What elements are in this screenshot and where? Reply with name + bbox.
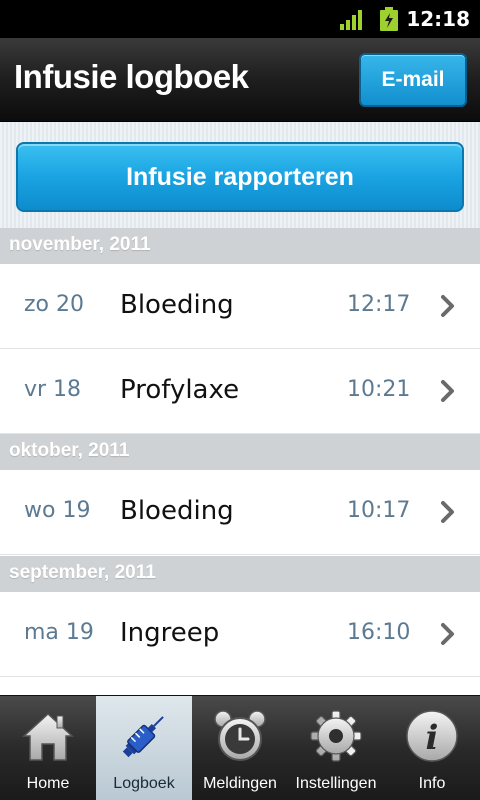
info-icon: i [406, 710, 458, 762]
entry-type: Ingreep [120, 618, 220, 648]
tab-info[interactable]: i Info [384, 696, 480, 800]
entry-date: vr 18 [24, 377, 82, 402]
log-entry-row[interactable]: wo 19 Bloeding 10:17 [0, 470, 480, 555]
entry-type: Profylaxe [120, 375, 240, 405]
log-entry-row[interactable]: ma 19 Ingreep 16:10 [0, 592, 480, 677]
log-entry-row[interactable]: vr 18 Profylaxe 10:21 [0, 349, 480, 434]
report-infusion-button[interactable]: Infusie rapporteren [16, 142, 464, 212]
tab-meldingen[interactable]: Meldingen [192, 696, 288, 800]
month-label: september, 2011 [9, 562, 156, 583]
tab-home[interactable]: Home [0, 696, 96, 800]
page-title: Infusie logboek [14, 58, 249, 95]
tab-label: Instellingen [295, 775, 377, 792]
chevron-right-icon [441, 501, 454, 523]
tab-instellingen[interactable]: Instellingen [288, 696, 384, 800]
tab-label: Info [418, 775, 446, 792]
signal-icon [340, 10, 362, 30]
log-entry-row[interactable]: zo 20 Bloeding 12:17 [0, 264, 480, 349]
svg-text:i: i [426, 718, 439, 758]
email-button[interactable]: E-mail [359, 53, 467, 107]
entry-time: 10:21 [347, 377, 411, 402]
report-area: Infusie rapporteren [0, 122, 480, 228]
month-header: oktober, 2011 [0, 434, 480, 470]
tab-label: Meldingen [203, 775, 277, 792]
entry-date: wo 19 [24, 498, 91, 523]
tab-label: Logboek [113, 775, 175, 792]
entry-time: 10:17 [347, 498, 411, 523]
entry-date: ma 19 [24, 620, 94, 645]
month-label: oktober, 2011 [9, 440, 130, 461]
alarm-clock-icon [214, 710, 266, 761]
chevron-right-icon [441, 380, 454, 402]
month-header: september, 2011 [0, 556, 480, 592]
battery-charging-icon [380, 7, 398, 31]
chevron-right-icon [441, 295, 454, 317]
home-icon [22, 712, 74, 761]
month-header: november, 2011 [0, 228, 480, 264]
entry-time: 12:17 [347, 292, 411, 317]
gear-icon [310, 710, 362, 762]
status-bar: 12:18 [0, 0, 480, 38]
title-bar: Infusie logboek E-mail [0, 38, 480, 122]
syringe-icon [122, 716, 164, 758]
tab-logboek[interactable]: Logboek [96, 696, 192, 800]
tab-label: Home [26, 775, 70, 792]
entry-type: Bloeding [120, 496, 234, 526]
entry-type: Bloeding [120, 290, 234, 320]
status-clock: 12:18 [406, 7, 470, 31]
month-label: november, 2011 [9, 234, 151, 255]
tab-bar: Home Logboek Meldingen Instellingen i In… [0, 695, 480, 800]
entry-date: zo 20 [24, 292, 84, 317]
entry-time: 16:10 [347, 620, 411, 645]
chevron-right-icon [441, 623, 454, 645]
